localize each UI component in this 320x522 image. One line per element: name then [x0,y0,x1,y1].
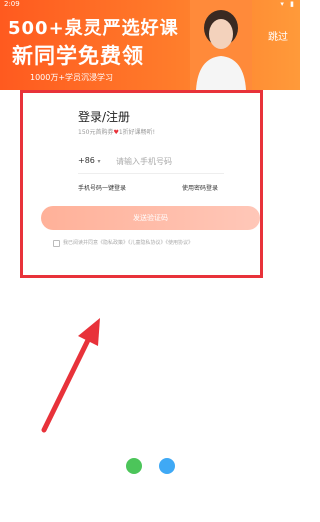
qq-icon[interactable] [159,458,175,474]
wechat-icon[interactable] [126,458,142,474]
red-arrow-icon [41,318,100,433]
